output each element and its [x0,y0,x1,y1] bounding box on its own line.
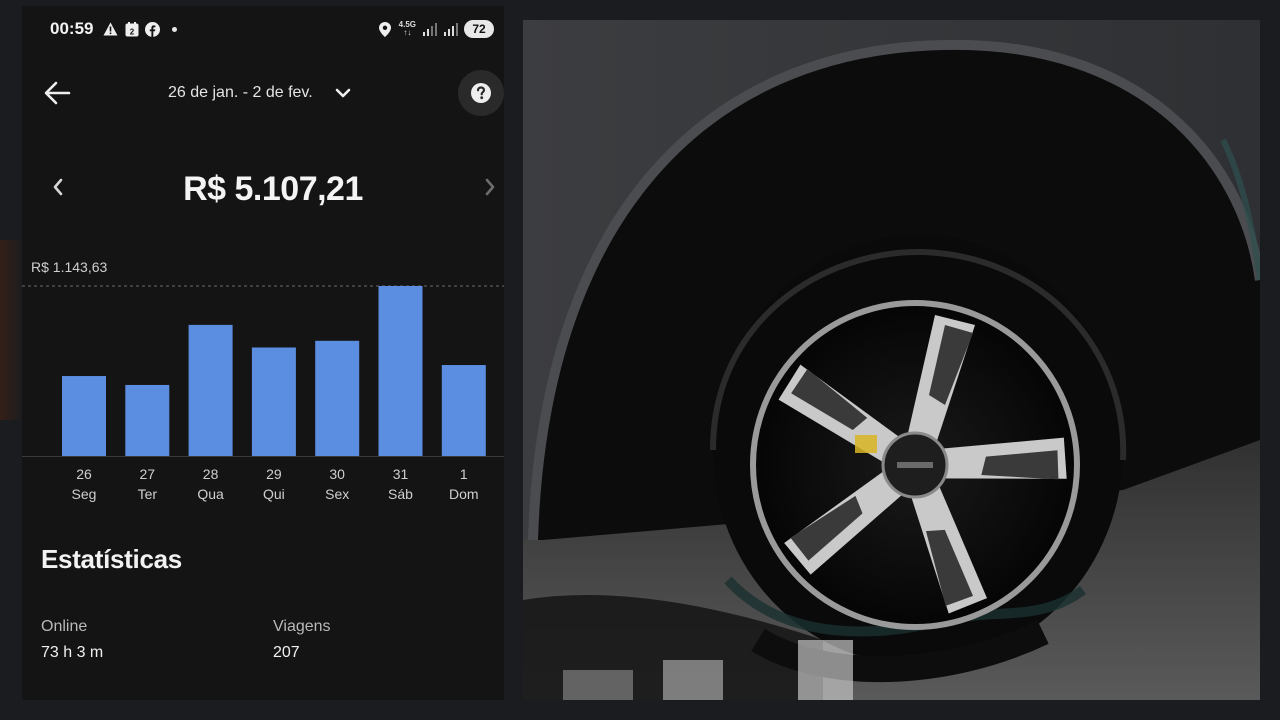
help-button[interactable] [458,70,504,116]
chart-x-label-1: 1 Dom [442,464,486,504]
earnings-summary: R$ 5.107,21 [22,162,504,214]
chart-max-label: R$ 1.143,63 [31,259,108,275]
chart-x-label-30: 30 Sex [315,464,359,504]
earnings-screen: 00:59 2 4.5G ↑↓ 72 26 de jan. - 2 de fev… [22,6,504,700]
chart-x-label-28: 28 Qua [189,464,233,504]
status-time: 00:59 [50,19,94,38]
chart-x-label-29: 29 Qui [252,464,296,504]
calendar-badge: 2 [130,27,135,36]
day-number: 1 [459,466,468,482]
battery-indicator: 72 [464,20,494,38]
calendar-icon: 2 [124,21,139,37]
weekday-label: Sex [325,486,350,502]
daily-earnings-chart: R$ 1.143,63 26 Seg 27 Ter 28 Qua 29 Qui 30 Sex 31 S… [22,254,504,504]
help-icon [471,83,491,103]
online-value: 73 h 3 m [41,644,104,661]
top-bar: 26 de jan. - 2 de fev. [22,66,504,122]
chart-bar-28[interactable] [188,324,233,456]
chart-x-label-26: 26 Seg [62,464,106,504]
weekday-label: Qua [197,486,224,502]
weekday-label: Dom [449,486,479,502]
notification-dot [172,26,178,32]
day-number: 26 [76,466,92,482]
chart-canvas [22,285,504,457]
chart-bar-26[interactable] [62,376,106,456]
weekday-label: Qui [262,486,285,502]
chart-bar-30[interactable] [315,340,360,456]
flat-tire-photo [523,20,1260,700]
total-earnings: R$ 5.107,21 [183,170,363,208]
chart-bar-1[interactable] [441,365,486,456]
chart-x-label-31: 31 Sáb [379,464,423,504]
back-button[interactable] [40,76,74,110]
chart-bar-31[interactable] [378,286,423,456]
network-type: 4.5G ↑↓ [398,20,416,37]
weekday-label: Seg [71,486,97,502]
background-glow [0,240,24,420]
chart-bar-29[interactable] [251,347,296,456]
stats-title: Estatísticas [41,544,182,574]
chart-bar-27[interactable] [125,384,170,456]
day-number: 27 [139,466,156,482]
chart-x-labels: 26 Seg 27 Ter 28 Qua 29 Qui 30 Sex 31 Sáb 1 Dom [22,464,504,504]
stat-trips: Viagens 207 [273,618,331,662]
facebook-icon [145,21,161,37]
weekday-label: Ter [137,486,158,502]
trips-label: Viagens [273,618,331,635]
day-number: 30 [329,466,345,482]
trips-value: 207 [273,644,300,661]
chevron-right-icon [485,178,495,196]
location-icon [378,21,393,37]
online-label: Online [41,618,88,635]
day-number: 31 [392,466,409,482]
status-bar: 00:59 2 4.5G ↑↓ 72 [22,6,504,52]
warning-icon [103,22,118,37]
next-week-button[interactable] [478,172,502,202]
signal-icon [422,22,437,37]
chart-x-label-27: 27 Ter [125,464,169,504]
date-range-selector[interactable]: 26 de jan. - 2 de fev. [168,84,351,102]
day-number: 28 [202,466,219,482]
weekday-label: Sáb [388,486,413,502]
day-number: 29 [266,466,282,482]
date-range-label: 26 de jan. - 2 de fev. [168,84,313,101]
signal-icon-secondary [443,22,458,37]
stat-online: Online 73 h 3 m [41,618,103,662]
arrow-left-icon [44,81,71,105]
chevron-down-icon [335,88,350,98]
